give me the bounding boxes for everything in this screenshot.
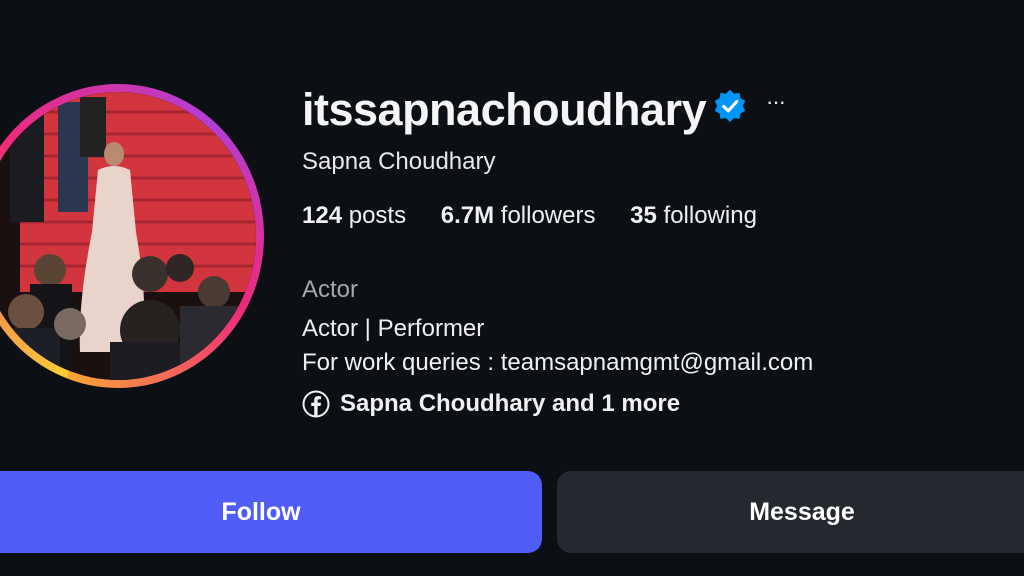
profile-category: Actor [302,276,359,303]
followers-count-value: 6.7M [440,202,495,229]
followers-count[interactable]: 6.7M followers [441,202,596,229]
profile-links-text: Sapna Choudhary and 1 more [340,390,681,417]
posts-count: 124 posts [302,202,406,229]
avatar-photo-image [0,92,256,380]
followers-count-label: followers [494,202,596,229]
following-count[interactable]: 35 following [630,202,757,229]
profile-avatar[interactable] [0,92,256,380]
profile-full-name: Sapna Choudhary [302,148,496,175]
posts-count-label: posts [342,202,407,229]
facebook-icon [302,390,330,418]
profile-stats: 124 posts 6.7M followers 35 following [302,202,785,230]
following-count-label: following [656,202,757,229]
follow-button[interactable]: Follow [0,471,542,553]
following-count-value: 35 [630,202,657,229]
profile-links[interactable]: Sapna Choudhary and 1 more [302,388,680,420]
message-button[interactable]: Message [557,471,1024,553]
profile-username: itssapnachoudhary [302,84,707,135]
more-options-icon[interactable]: ··· [766,91,790,116]
profile-bio-line: For work queries : teamsapnamgmt@gmail.c… [302,349,814,376]
verified-badge-icon [714,89,746,123]
profile-avatar-ring[interactable] [0,84,264,388]
posts-count-value: 124 [302,202,343,229]
profile-bio-line: Actor | Performer [302,315,485,342]
